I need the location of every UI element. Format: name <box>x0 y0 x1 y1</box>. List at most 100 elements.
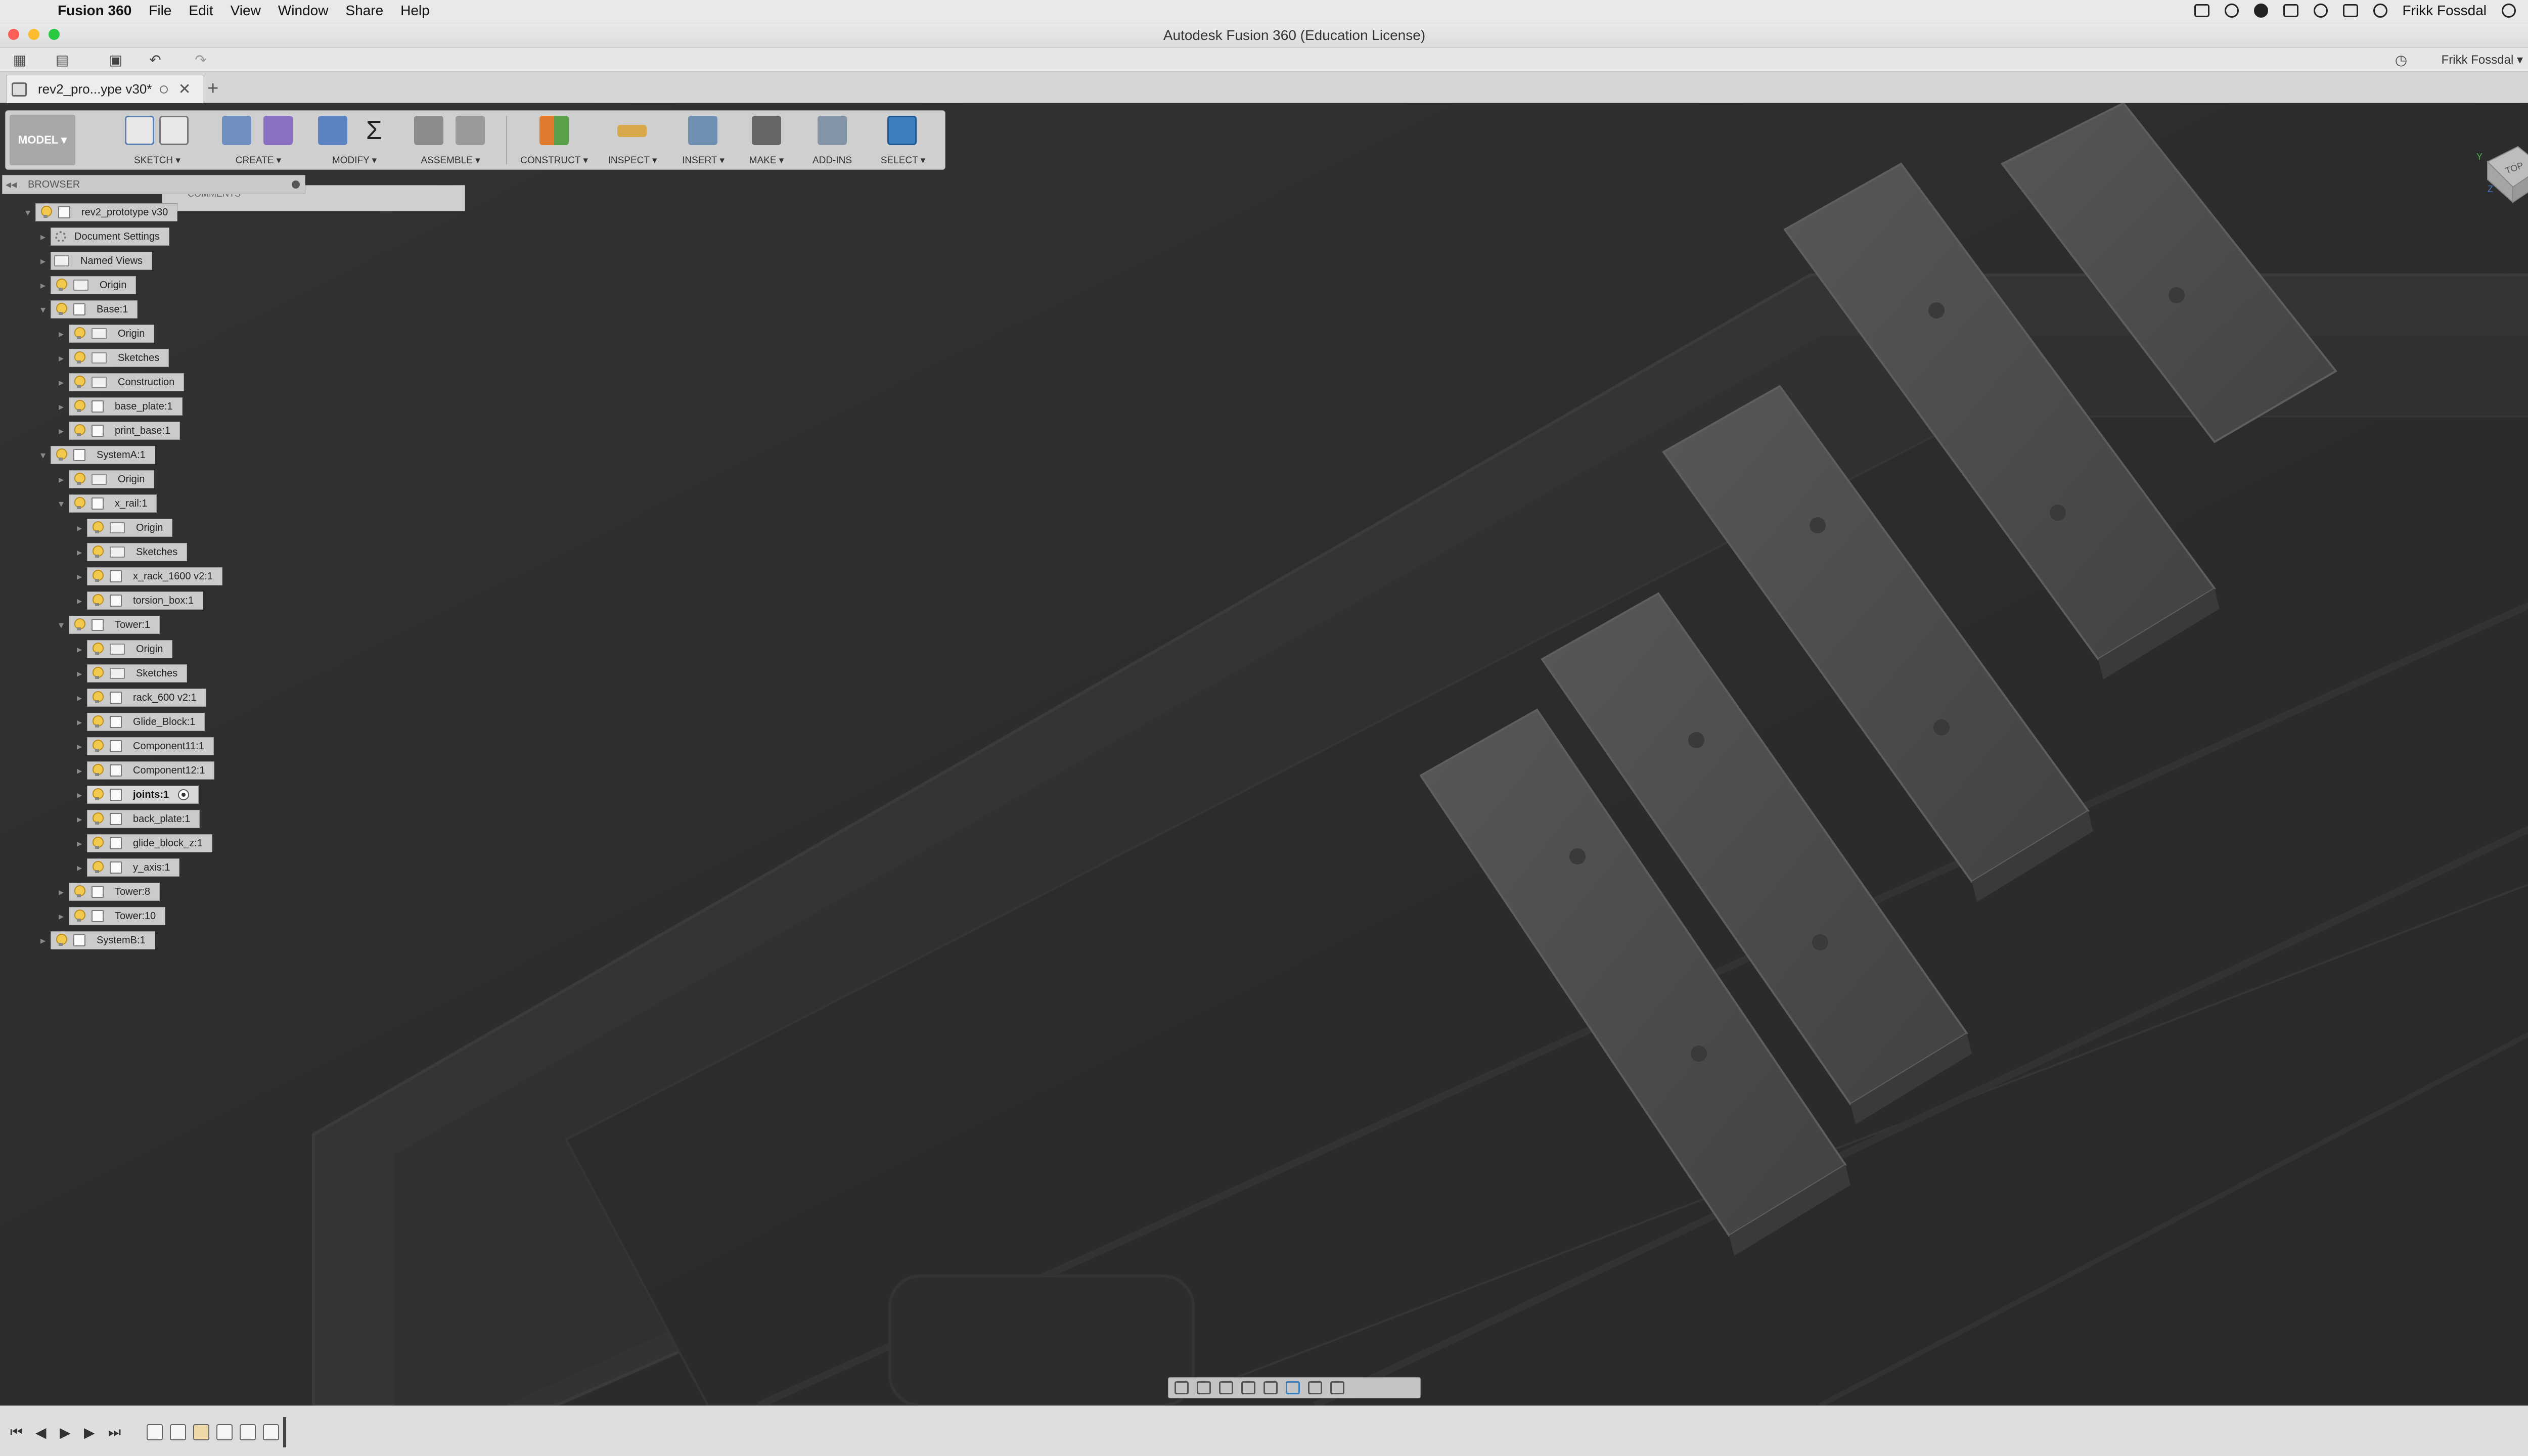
insert-image-icon[interactable] <box>688 116 717 145</box>
form-icon[interactable] <box>263 116 293 145</box>
tree-item-y-axis[interactable]: ▸ y_axis:1 <box>72 858 180 877</box>
tree-item-origin[interactable]: ▸ Origin <box>35 276 137 294</box>
expand-arrow-icon[interactable]: ▸ <box>72 740 87 753</box>
visibility-bulb-icon[interactable] <box>92 570 104 583</box>
expand-arrow-icon[interactable]: ▸ <box>54 352 69 365</box>
visibility-bulb-icon[interactable] <box>73 376 85 389</box>
measure-icon[interactable] <box>617 125 647 137</box>
look-at-icon[interactable] <box>1197 1381 1211 1394</box>
go-to-end-icon[interactable]: ⏭ <box>108 1424 121 1441</box>
account-user-menu[interactable]: Frikk Fossdal ▾ <box>2442 53 2523 67</box>
new-tab-button[interactable]: + <box>207 78 218 100</box>
tree-item-tower-8[interactable]: ▸ Tower:8 <box>54 883 160 901</box>
expand-arrow-icon[interactable]: ▸ <box>72 692 87 704</box>
tree-item-torsion-box[interactable]: ▸ torsion_box:1 <box>72 592 204 610</box>
tree-item-component12[interactable]: ▸ Component12:1 <box>72 761 215 780</box>
tree-item-tower-1[interactable]: ▾ Tower:1 <box>54 616 160 634</box>
close-tab-icon[interactable]: ✕ <box>178 80 191 98</box>
tree-item-back-plate[interactable]: ▸ back_plate:1 <box>72 810 200 828</box>
data-panel-grid-icon[interactable]: ▦ <box>11 53 28 68</box>
visibility-bulb-icon[interactable] <box>92 691 104 704</box>
expand-arrow-icon[interactable]: ▸ <box>35 279 51 292</box>
expand-arrow-icon[interactable]: ▸ <box>54 425 69 437</box>
visibility-bulb-icon[interactable] <box>92 715 104 729</box>
modify-group[interactable]: Σ MODIFY ▾ <box>314 114 395 167</box>
expand-arrow-icon[interactable]: ▸ <box>54 473 69 486</box>
visibility-bulb-icon[interactable] <box>92 788 104 801</box>
visibility-bulb-icon[interactable] <box>55 279 67 292</box>
tree-item-tower-10[interactable]: ▸ Tower:10 <box>54 907 166 925</box>
expand-arrow-icon[interactable]: ▸ <box>54 910 69 923</box>
expand-arrow-icon[interactable]: ▸ <box>72 764 87 777</box>
browser-pin-icon[interactable] <box>292 180 300 189</box>
volume-icon[interactable] <box>2342 4 2358 17</box>
view-cube[interactable]: TOP Y X Z <box>2467 131 2528 217</box>
select-cursor-icon[interactable] <box>887 116 917 145</box>
3d-viewport[interactable] <box>0 103 2528 1405</box>
job-status-icon[interactable]: ◷ <box>2392 53 2410 68</box>
tree-item-system-a-origin[interactable]: ▸ Origin <box>54 470 155 488</box>
new-component-icon[interactable] <box>414 116 443 145</box>
visibility-bulb-icon[interactable] <box>92 521 104 534</box>
3d-print-icon[interactable] <box>752 116 781 145</box>
tree-item-print-base[interactable]: ▸ print_base:1 <box>54 422 180 440</box>
timeline-feature-joint[interactable] <box>216 1424 233 1440</box>
expand-arrow-icon[interactable]: ▾ <box>35 303 51 316</box>
select-group[interactable]: SELECT ▾ <box>870 114 936 167</box>
save-icon[interactable]: ▣ <box>107 53 124 68</box>
tree-item-x-rail[interactable]: ▾ x_rail:1 <box>54 494 157 513</box>
visibility-bulb-icon[interactable] <box>73 351 85 365</box>
viewports-icon[interactable] <box>1330 1381 1344 1394</box>
activate-component-radio[interactable] <box>178 789 190 800</box>
undo-icon[interactable]: ↶ <box>147 53 164 68</box>
offset-plane-icon[interactable] <box>539 116 569 145</box>
expand-arrow-icon[interactable]: ▸ <box>54 328 69 340</box>
view-cube-graphic[interactable]: TOP Y X Z <box>2467 131 2528 217</box>
menu-share[interactable]: Share <box>345 3 383 19</box>
expand-arrow-icon[interactable]: ▸ <box>72 546 87 559</box>
status-icon[interactable] <box>2224 3 2239 18</box>
expand-arrow-icon[interactable]: ▸ <box>54 886 69 898</box>
visibility-bulb-icon[interactable] <box>92 545 104 559</box>
model-canvas[interactable] <box>0 103 2528 1405</box>
pan-hand-icon[interactable] <box>1219 1381 1233 1394</box>
tree-item-root[interactable]: ▾ rev2_prototype v30 <box>20 203 178 221</box>
tree-item-system-b[interactable]: ▸ SystemB:1 <box>35 931 155 949</box>
expand-arrow-icon[interactable]: ▸ <box>72 643 87 656</box>
grid-settings-icon[interactable] <box>1308 1381 1322 1394</box>
browser-header[interactable]: ◂◂ BROWSER <box>2 175 305 194</box>
visibility-bulb-icon[interactable] <box>92 861 104 874</box>
visibility-bulb-icon[interactable] <box>40 206 52 219</box>
go-to-start-icon[interactable]: ⏮ <box>10 1424 23 1441</box>
cloud-icon[interactable] <box>2253 3 2268 18</box>
inspect-group[interactable]: INSPECT ▾ <box>602 114 663 167</box>
expand-arrow-icon[interactable]: ▸ <box>72 861 87 874</box>
expand-arrow-icon[interactable]: ▸ <box>35 934 51 947</box>
tree-item-base-construction[interactable]: ▸ Construction <box>54 373 185 391</box>
visibility-bulb-icon[interactable] <box>92 740 104 753</box>
visibility-bulb-icon[interactable] <box>73 885 85 898</box>
menu-edit[interactable]: Edit <box>189 3 213 19</box>
redo-icon[interactable]: ↷ <box>192 53 209 68</box>
collapse-panel-icon[interactable]: ◂◂ <box>3 178 20 191</box>
expand-arrow-icon[interactable]: ▸ <box>35 255 51 267</box>
expand-arrow-icon[interactable]: ▸ <box>72 667 87 680</box>
expand-arrow-icon[interactable]: ▾ <box>54 619 69 631</box>
tree-item-glide-block-z[interactable]: ▸ glide_block_z:1 <box>72 834 212 852</box>
timeline-feature-extrude[interactable] <box>193 1424 209 1440</box>
timeline-feature-sketch[interactable] <box>147 1424 163 1440</box>
wifi-icon[interactable] <box>2313 3 2328 18</box>
expand-arrow-icon[interactable]: ▸ <box>72 716 87 729</box>
visibility-bulb-icon[interactable] <box>55 934 67 947</box>
tree-item-x-rail-sketches[interactable]: ▸ Sketches <box>72 543 188 561</box>
visibility-bulb-icon[interactable] <box>73 473 85 486</box>
extrude-icon[interactable] <box>222 116 251 145</box>
apple-icon[interactable] <box>18 1 38 21</box>
visibility-bulb-icon[interactable] <box>73 327 85 340</box>
tree-item-named-views[interactable]: ▸ Named Views <box>35 252 153 270</box>
tree-item-joints[interactable]: ▸ joints:1 <box>72 786 199 804</box>
visibility-bulb-icon[interactable] <box>92 643 104 656</box>
visibility-bulb-icon[interactable] <box>55 303 67 316</box>
visibility-bulb-icon[interactable] <box>73 909 85 923</box>
sigma-parameters-icon[interactable]: Σ <box>359 116 389 145</box>
